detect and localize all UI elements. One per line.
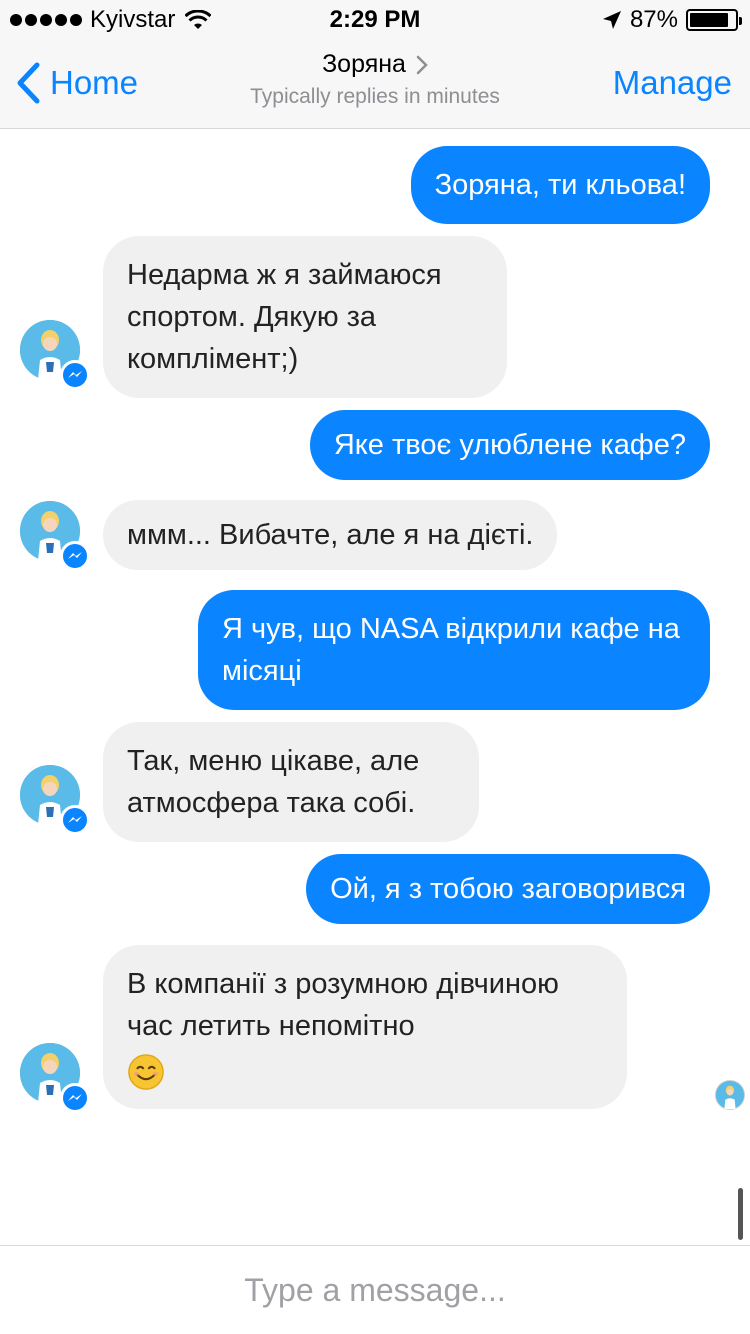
- outgoing-message[interactable]: Ой, я з тобою заговорився: [306, 854, 710, 924]
- message-text: Яке твоє улюблене кафе?: [333, 429, 686, 461]
- message-text: Недарма ж я займаюся спортом. Дякую за к…: [127, 259, 442, 375]
- battery-icon: [686, 9, 742, 31]
- message-thread[interactable]: Зоряна, ти кльова! Недарма ж я займаюся …: [0, 129, 750, 1245]
- messenger-badge-icon: [60, 360, 90, 390]
- message-text: Я чув, що NASA відкрили кафе на місяці: [222, 613, 680, 687]
- bot-avatar[interactable]: [20, 765, 90, 835]
- messenger-badge-icon: [60, 805, 90, 835]
- nav-bar: Home Зоряна Typically replies in minutes…: [0, 40, 750, 129]
- incoming-message[interactable]: ммм... Вибачте, але я на дієті.: [103, 500, 558, 570]
- message-text: В компанії з розумною дівчиною час летит…: [127, 968, 559, 1042]
- message-text: Зоряна, ти кльова!: [434, 169, 686, 201]
- contact-name: Зоряна: [322, 50, 406, 78]
- scrollbar[interactable]: [738, 1188, 743, 1240]
- outgoing-message[interactable]: Яке твоє улюблене кафе?: [309, 410, 710, 480]
- incoming-message[interactable]: Так, меню цікаве, але атмосфера така соб…: [103, 722, 479, 842]
- incoming-message[interactable]: Недарма ж я займаюся спортом. Дякую за к…: [103, 236, 507, 398]
- status-right: 87%: [602, 6, 742, 34]
- outgoing-message[interactable]: Зоряна, ти кльова!: [410, 146, 710, 224]
- location-arrow-icon: [602, 11, 621, 29]
- read-receipt-avatar: [715, 1080, 745, 1110]
- message-text: ммм... Вибачте, але я на дієті.: [127, 519, 534, 551]
- smiling-face-emoji-icon: [128, 1054, 164, 1091]
- bot-avatar[interactable]: [20, 1043, 90, 1113]
- manage-button[interactable]: Manage: [613, 64, 732, 102]
- message-text: Ой, я з тобою заговорився: [330, 873, 686, 905]
- messenger-badge-icon: [60, 541, 90, 571]
- chevron-right-icon: [416, 55, 428, 74]
- message-input[interactable]: [0, 1246, 750, 1334]
- incoming-message[interactable]: В компанії з розумною дівчиною час летит…: [103, 945, 627, 1110]
- message-text: Так, меню цікаве, але атмосфера така соб…: [127, 745, 420, 819]
- messenger-badge-icon: [60, 1083, 90, 1113]
- composer: [0, 1245, 750, 1334]
- status-bar: Kyivstar 2:29 PM 87%: [0, 0, 750, 40]
- battery-level: [690, 13, 729, 27]
- outgoing-message[interactable]: Я чув, що NASA відкрили кафе на місяці: [198, 590, 710, 710]
- bot-avatar[interactable]: [20, 501, 90, 571]
- bot-avatar[interactable]: [20, 320, 90, 390]
- battery-percent: 87%: [629, 6, 678, 33]
